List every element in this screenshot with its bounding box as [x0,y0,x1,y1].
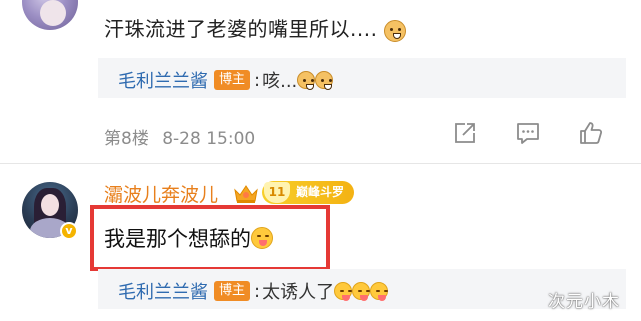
doge-emoji-icon [297,71,316,90]
doge-emoji-icon [315,71,334,90]
watermark: 次元小木 [548,292,620,312]
reply-preview[interactable]: 毛利兰兰酱 博主 : 太诱人了 [98,269,626,309]
level-shield-icon: 11 [264,182,290,203]
comment-text: 汗珠流进了老婆的嘴里所以.... [104,13,407,42]
like-icon[interactable] [578,120,604,146]
doge-emoji-icon [384,19,407,42]
reply-separator: : [254,69,261,91]
blogger-badge: 博主 [214,281,251,301]
comment-author-link[interactable]: 灞波儿奔波儿 [104,180,218,207]
lick-emoji-icon [370,282,389,301]
reply-separator: : [254,280,261,302]
verified-badge-icon: v [60,222,78,240]
lick-emoji-icon [334,282,353,301]
avatar[interactable] [22,0,78,30]
blogger-badge: 博主 [214,70,251,90]
lick-emoji-icon [352,282,371,301]
reply-text: 太诱人了 [262,282,335,303]
floor-number: 第8楼 [104,129,149,149]
divider [0,163,641,164]
reply-author-link[interactable]: 毛利兰兰酱 [118,67,208,93]
comment-meta: 第8楼 8-28 15:00 [104,124,255,149]
share-icon[interactable] [452,120,478,146]
crown-icon [234,185,258,203]
comment-date: 8-28 15:00 [162,129,256,149]
reply-author-link[interactable]: 毛利兰兰酱 [118,278,208,304]
reply-preview[interactable]: 毛利兰兰酱 博主 : 咳... [98,58,626,98]
level-badge-label: 巅峰斗罗 [296,185,345,199]
reply-text: 咳... [262,71,298,92]
highlight-annotation [90,205,330,271]
comment-icon[interactable] [515,120,541,146]
level-badge: 11 巅峰斗罗 [262,181,355,204]
